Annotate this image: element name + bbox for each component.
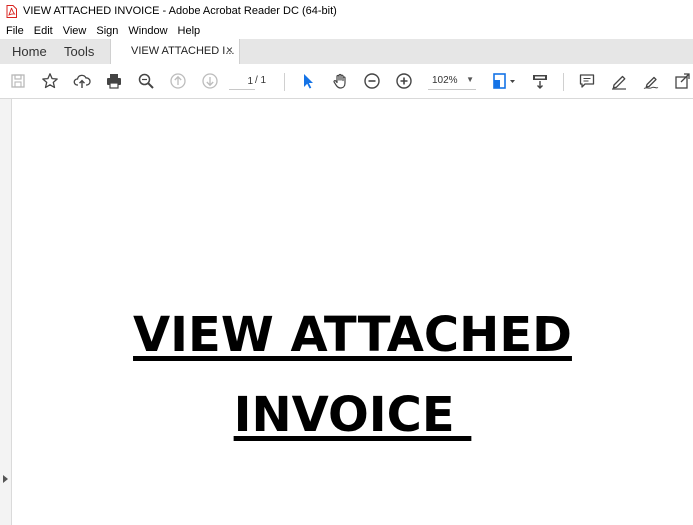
menu-edit[interactable]: Edit bbox=[28, 25, 57, 37]
window-title: VIEW ATTACHED INVOICE - Adobe Acrobat Re… bbox=[23, 5, 337, 17]
close-tab-icon[interactable]: × bbox=[226, 43, 233, 57]
toolbar-divider bbox=[284, 73, 285, 91]
page-down-icon[interactable] bbox=[200, 71, 220, 91]
sign-pen-icon[interactable] bbox=[641, 71, 661, 91]
zoom-select[interactable]: 102% ▼ bbox=[428, 72, 476, 90]
menu-window[interactable]: Window bbox=[122, 25, 171, 37]
print-icon[interactable] bbox=[104, 71, 124, 91]
highlight-pen-icon[interactable] bbox=[609, 71, 629, 91]
title-bar: VIEW ATTACHED INVOICE - Adobe Acrobat Re… bbox=[0, 0, 693, 22]
menu-help[interactable]: Help bbox=[172, 25, 205, 37]
acrobat-pdf-icon bbox=[6, 4, 17, 18]
toolbar: / 1 102% ▼ bbox=[0, 64, 693, 99]
save-icon[interactable] bbox=[8, 71, 28, 91]
menu-bar: File Edit View Sign Window Help bbox=[0, 22, 693, 39]
tab-tools[interactable]: Tools bbox=[64, 44, 94, 59]
hand-pan-icon[interactable] bbox=[330, 71, 350, 91]
tab-document-label: VIEW ATTACHED I... bbox=[131, 45, 235, 57]
toolbar-divider bbox=[563, 73, 564, 91]
bookmark-star-icon[interactable] bbox=[40, 71, 60, 91]
tab-home[interactable]: Home bbox=[12, 44, 47, 59]
comment-icon[interactable] bbox=[577, 71, 597, 91]
upload-cloud-icon[interactable] bbox=[72, 71, 92, 91]
menu-view[interactable]: View bbox=[57, 25, 91, 37]
pdf-page: VIEW ATTACHED INVOICE bbox=[12, 99, 693, 525]
zoom-value: 102% bbox=[432, 75, 458, 86]
zoom-search-icon[interactable] bbox=[136, 71, 156, 91]
page-number-input[interactable] bbox=[229, 73, 255, 90]
select-pointer-icon[interactable] bbox=[298, 71, 318, 91]
document-heading-line-2: INVOICE bbox=[233, 387, 472, 443]
scroll-mode-icon[interactable] bbox=[530, 71, 550, 91]
chevron-down-icon: ▼ bbox=[466, 75, 474, 84]
menu-sign[interactable]: Sign bbox=[90, 25, 122, 37]
tab-document[interactable]: VIEW ATTACHED I... × bbox=[110, 39, 240, 65]
left-panel-toggle[interactable] bbox=[0, 99, 12, 525]
page-up-icon[interactable] bbox=[168, 71, 188, 91]
page-total: / 1 bbox=[255, 75, 267, 86]
share-icon[interactable] bbox=[672, 71, 692, 91]
expand-arrow-icon[interactable] bbox=[3, 475, 8, 483]
menu-file[interactable]: File bbox=[0, 25, 28, 37]
tab-bar: Home Tools VIEW ATTACHED I... × bbox=[0, 39, 693, 65]
document-heading-line-1: VIEW ATTACHED bbox=[133, 307, 572, 363]
zoom-in-icon[interactable] bbox=[394, 71, 414, 91]
fit-page-icon[interactable] bbox=[490, 71, 518, 91]
zoom-out-icon[interactable] bbox=[362, 71, 382, 91]
